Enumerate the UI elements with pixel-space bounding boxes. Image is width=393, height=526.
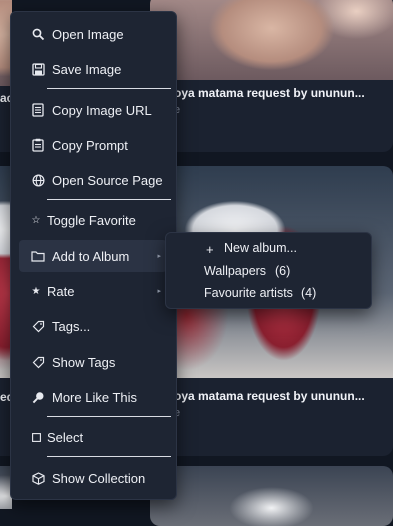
menu-item-label: Show Tags	[52, 354, 116, 370]
menu-item-rate[interactable]: ★ Rate ▸	[19, 275, 167, 307]
checkbox-icon	[31, 430, 41, 444]
menu-item-label: Save Image	[52, 61, 122, 77]
folder-icon	[31, 249, 45, 263]
menu-item-tags[interactable]: Tags...	[19, 310, 167, 342]
submenu-item-album[interactable]: Favourite artists (4)	[166, 283, 371, 303]
floppy-disk-icon	[31, 62, 45, 76]
magnifier-icon	[31, 390, 45, 404]
menu-item-label: Copy Image URL	[52, 102, 152, 118]
add-to-album-submenu: + New album... Wallpapers (6) Favourite …	[165, 232, 372, 309]
menu-item-label: Open Source Page	[52, 172, 163, 188]
menu-item-label: Show Collection	[52, 470, 146, 486]
globe-icon	[31, 173, 45, 187]
gallery-card-title[interactable]: oya matama request by ununun...	[174, 389, 389, 403]
image-context-menu: Open Image Save Image Copy Image URL Cop…	[10, 11, 177, 500]
menu-item-more-like-this[interactable]: More Like This	[19, 381, 167, 413]
album-name: Favourite artists	[204, 286, 293, 300]
submenu-item-new-album[interactable]: + New album...	[166, 236, 371, 258]
plus-icon: +	[206, 242, 214, 257]
menu-separator	[47, 88, 171, 89]
gallery-card[interactable]: oya matama request by ununun... e	[150, 0, 393, 152]
document-icon	[31, 103, 45, 117]
album-name: Wallpapers	[204, 264, 267, 278]
menu-item-label: Copy Prompt	[52, 137, 128, 153]
menu-separator	[47, 199, 171, 200]
menu-item-label: Toggle Favorite	[47, 212, 136, 228]
gallery-thumbnail[interactable]	[150, 0, 393, 80]
menu-separator	[47, 456, 171, 457]
menu-item-label: Rate	[47, 283, 75, 299]
submenu-arrow-icon: ▸	[157, 253, 161, 260]
menu-item-copy-prompt[interactable]: Copy Prompt	[19, 129, 167, 161]
star-outline-icon: ☆	[31, 214, 41, 226]
search-icon	[31, 27, 45, 41]
menu-item-show-collection[interactable]: Show Collection	[19, 462, 167, 494]
menu-item-open-image[interactable]: Open Image	[19, 18, 167, 50]
submenu-arrow-icon: ▸	[157, 288, 161, 295]
menu-item-label: Open Image	[52, 26, 124, 42]
menu-separator	[47, 416, 171, 417]
submenu-item-album[interactable]: Wallpapers (6)	[166, 261, 371, 281]
menu-item-label: Select	[47, 429, 84, 445]
tag-icon	[31, 355, 45, 369]
box-icon	[31, 471, 45, 485]
menu-item-toggle-favorite[interactable]: ☆ Toggle Favorite	[19, 204, 167, 236]
album-count: (4)	[301, 286, 317, 300]
menu-item-open-source-page[interactable]: Open Source Page	[19, 164, 167, 196]
gallery-card[interactable]	[150, 466, 393, 526]
menu-item-label: Add to Album	[52, 248, 130, 264]
menu-item-label: Tags...	[52, 318, 91, 334]
menu-item-select[interactable]: Select	[19, 421, 167, 453]
gallery-card[interactable]: oya matama request by ununun... e	[150, 166, 393, 456]
star-filled-icon: ★	[31, 285, 41, 297]
menu-item-save-image[interactable]: Save Image	[19, 53, 167, 85]
menu-item-show-tags[interactable]: Show Tags	[19, 346, 167, 378]
clipboard-icon	[31, 138, 45, 152]
menu-item-label: More Like This	[52, 389, 138, 405]
gallery-card-title[interactable]: oya matama request by ununun...	[174, 86, 389, 100]
tag-icon	[31, 319, 45, 333]
menu-item-copy-image-url[interactable]: Copy Image URL	[19, 94, 167, 126]
new-album-label: New album...	[224, 241, 297, 255]
gallery-thumbnail[interactable]	[150, 466, 393, 526]
album-count: (6)	[275, 264, 291, 278]
menu-item-add-to-album[interactable]: Add to Album ▸	[19, 240, 167, 272]
